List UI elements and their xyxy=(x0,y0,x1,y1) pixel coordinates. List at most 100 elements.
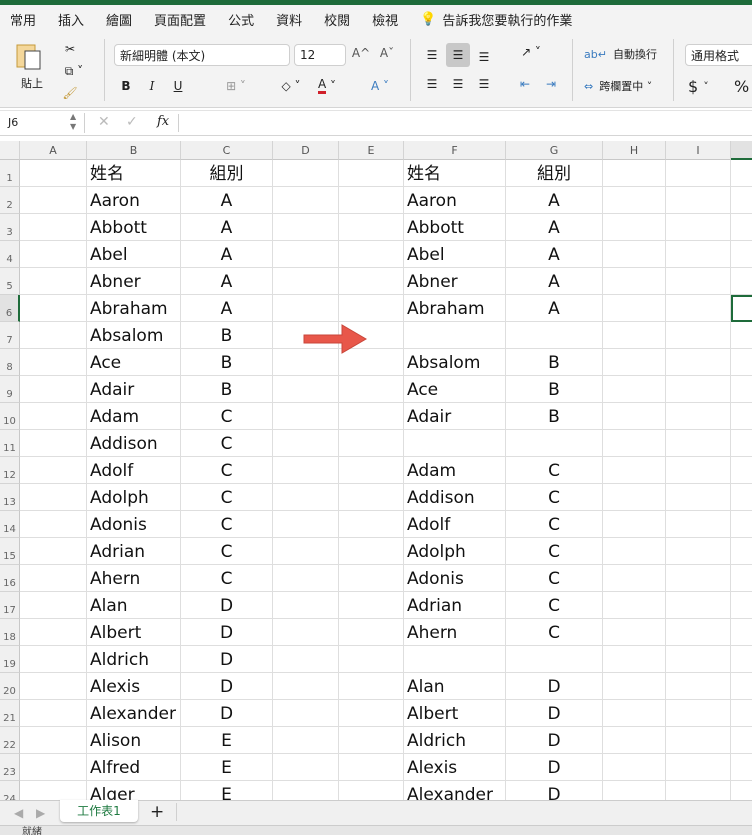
cell[interactable]: B xyxy=(181,322,273,349)
row-header[interactable]: 1 xyxy=(0,160,20,187)
cell[interactable] xyxy=(603,241,666,268)
name-box[interactable]: J6 xyxy=(8,116,18,129)
cell[interactable] xyxy=(666,673,731,700)
cell[interactable] xyxy=(731,511,752,538)
cell[interactable]: Alexander xyxy=(87,700,181,727)
cell[interactable] xyxy=(731,322,752,349)
cell[interactable]: D xyxy=(506,727,603,754)
cell[interactable] xyxy=(666,295,731,322)
cell[interactable] xyxy=(603,457,666,484)
cell[interactable]: 組別 xyxy=(181,160,273,187)
cell[interactable] xyxy=(603,349,666,376)
cell[interactable]: Alexis xyxy=(404,754,506,781)
cell[interactable]: Abner xyxy=(87,268,181,295)
cell[interactable]: Abel xyxy=(404,241,506,268)
cell[interactable] xyxy=(666,538,731,565)
cancel-icon[interactable]: ✕ xyxy=(98,114,110,130)
increase-indent-icon[interactable]: ⇥ xyxy=(540,77,562,91)
cell[interactable] xyxy=(20,268,87,295)
cell[interactable] xyxy=(273,754,339,781)
cell[interactable] xyxy=(731,268,752,295)
cell[interactable] xyxy=(666,322,731,349)
cell[interactable]: C xyxy=(506,511,603,538)
cell[interactable]: C xyxy=(181,565,273,592)
decrease-indent-icon[interactable]: ⇤ xyxy=(514,77,536,91)
cell[interactable] xyxy=(273,457,339,484)
cell[interactable] xyxy=(339,484,404,511)
cell[interactable] xyxy=(404,322,506,349)
cell[interactable] xyxy=(666,646,731,673)
cell[interactable] xyxy=(273,187,339,214)
cell[interactable] xyxy=(339,592,404,619)
row-header[interactable]: 22 xyxy=(0,727,20,754)
cell[interactable] xyxy=(339,160,404,187)
cell[interactable] xyxy=(339,619,404,646)
cell[interactable] xyxy=(20,187,87,214)
cell[interactable] xyxy=(506,430,603,457)
cell[interactable] xyxy=(731,619,752,646)
paste-button[interactable]: 貼上 xyxy=(18,75,46,91)
cell[interactable]: 組別 xyxy=(506,160,603,187)
cell[interactable] xyxy=(273,565,339,592)
cell[interactable]: Adrian xyxy=(87,538,181,565)
row-header[interactable]: 18 xyxy=(0,619,20,646)
tab-2[interactable]: 繪圖 xyxy=(106,10,132,29)
cell[interactable] xyxy=(666,403,731,430)
cell[interactable] xyxy=(731,214,752,241)
cell[interactable]: E xyxy=(181,727,273,754)
cell[interactable]: A xyxy=(181,268,273,295)
cell[interactable]: A xyxy=(506,187,603,214)
cut-icon[interactable]: ✂ xyxy=(62,41,78,57)
cell[interactable]: Alfred xyxy=(87,754,181,781)
tab-3[interactable]: 頁面配置 xyxy=(154,10,206,29)
cell[interactable]: A xyxy=(506,241,603,268)
shrink-font-button[interactable]: Aˇ xyxy=(378,46,396,60)
cell[interactable] xyxy=(666,376,731,403)
cell[interactable] xyxy=(666,619,731,646)
cell[interactable] xyxy=(731,376,752,403)
tab-7[interactable]: 檢視 xyxy=(372,10,398,29)
cell[interactable] xyxy=(339,214,404,241)
row-header[interactable]: 20 xyxy=(0,673,20,700)
column-header-B[interactable]: B xyxy=(87,141,181,160)
cell[interactable] xyxy=(339,781,404,800)
cell[interactable]: Adonis xyxy=(404,565,506,592)
cell[interactable]: Ace xyxy=(404,376,506,403)
cell[interactable]: C xyxy=(181,403,273,430)
cell[interactable] xyxy=(603,295,666,322)
cell[interactable] xyxy=(666,268,731,295)
cell[interactable]: C xyxy=(506,457,603,484)
row-header[interactable]: 15 xyxy=(0,538,20,565)
cell[interactable] xyxy=(666,214,731,241)
cell[interactable] xyxy=(731,673,752,700)
font-name-select[interactable]: 新細明體 (本文) xyxy=(114,44,290,66)
prev-sheet-icon[interactable]: ◀ xyxy=(14,806,23,820)
cell[interactable] xyxy=(273,619,339,646)
cell[interactable] xyxy=(404,430,506,457)
cell[interactable] xyxy=(20,727,87,754)
cell[interactable]: D xyxy=(506,781,603,800)
cell[interactable] xyxy=(273,700,339,727)
column-header-E[interactable]: E xyxy=(339,141,404,160)
cell[interactable]: Absalom xyxy=(87,322,181,349)
cell[interactable] xyxy=(603,781,666,800)
cell[interactable] xyxy=(603,565,666,592)
cell[interactable] xyxy=(731,430,752,457)
cell[interactable] xyxy=(20,619,87,646)
cell[interactable] xyxy=(666,754,731,781)
borders-icon[interactable]: ⊞ ˅ xyxy=(220,79,252,93)
cell[interactable] xyxy=(666,727,731,754)
cell[interactable] xyxy=(339,241,404,268)
row-header[interactable]: 24 xyxy=(0,781,20,800)
cell[interactable]: C xyxy=(181,511,273,538)
tab-5[interactable]: 資料 xyxy=(276,10,302,29)
cell[interactable]: C xyxy=(506,484,603,511)
cell[interactable] xyxy=(339,376,404,403)
cell[interactable]: A xyxy=(181,187,273,214)
cell[interactable] xyxy=(603,403,666,430)
cell[interactable] xyxy=(339,457,404,484)
cell[interactable]: Ahern xyxy=(87,565,181,592)
cell[interactable] xyxy=(273,727,339,754)
cell[interactable]: Aaron xyxy=(87,187,181,214)
cell[interactable] xyxy=(20,646,87,673)
